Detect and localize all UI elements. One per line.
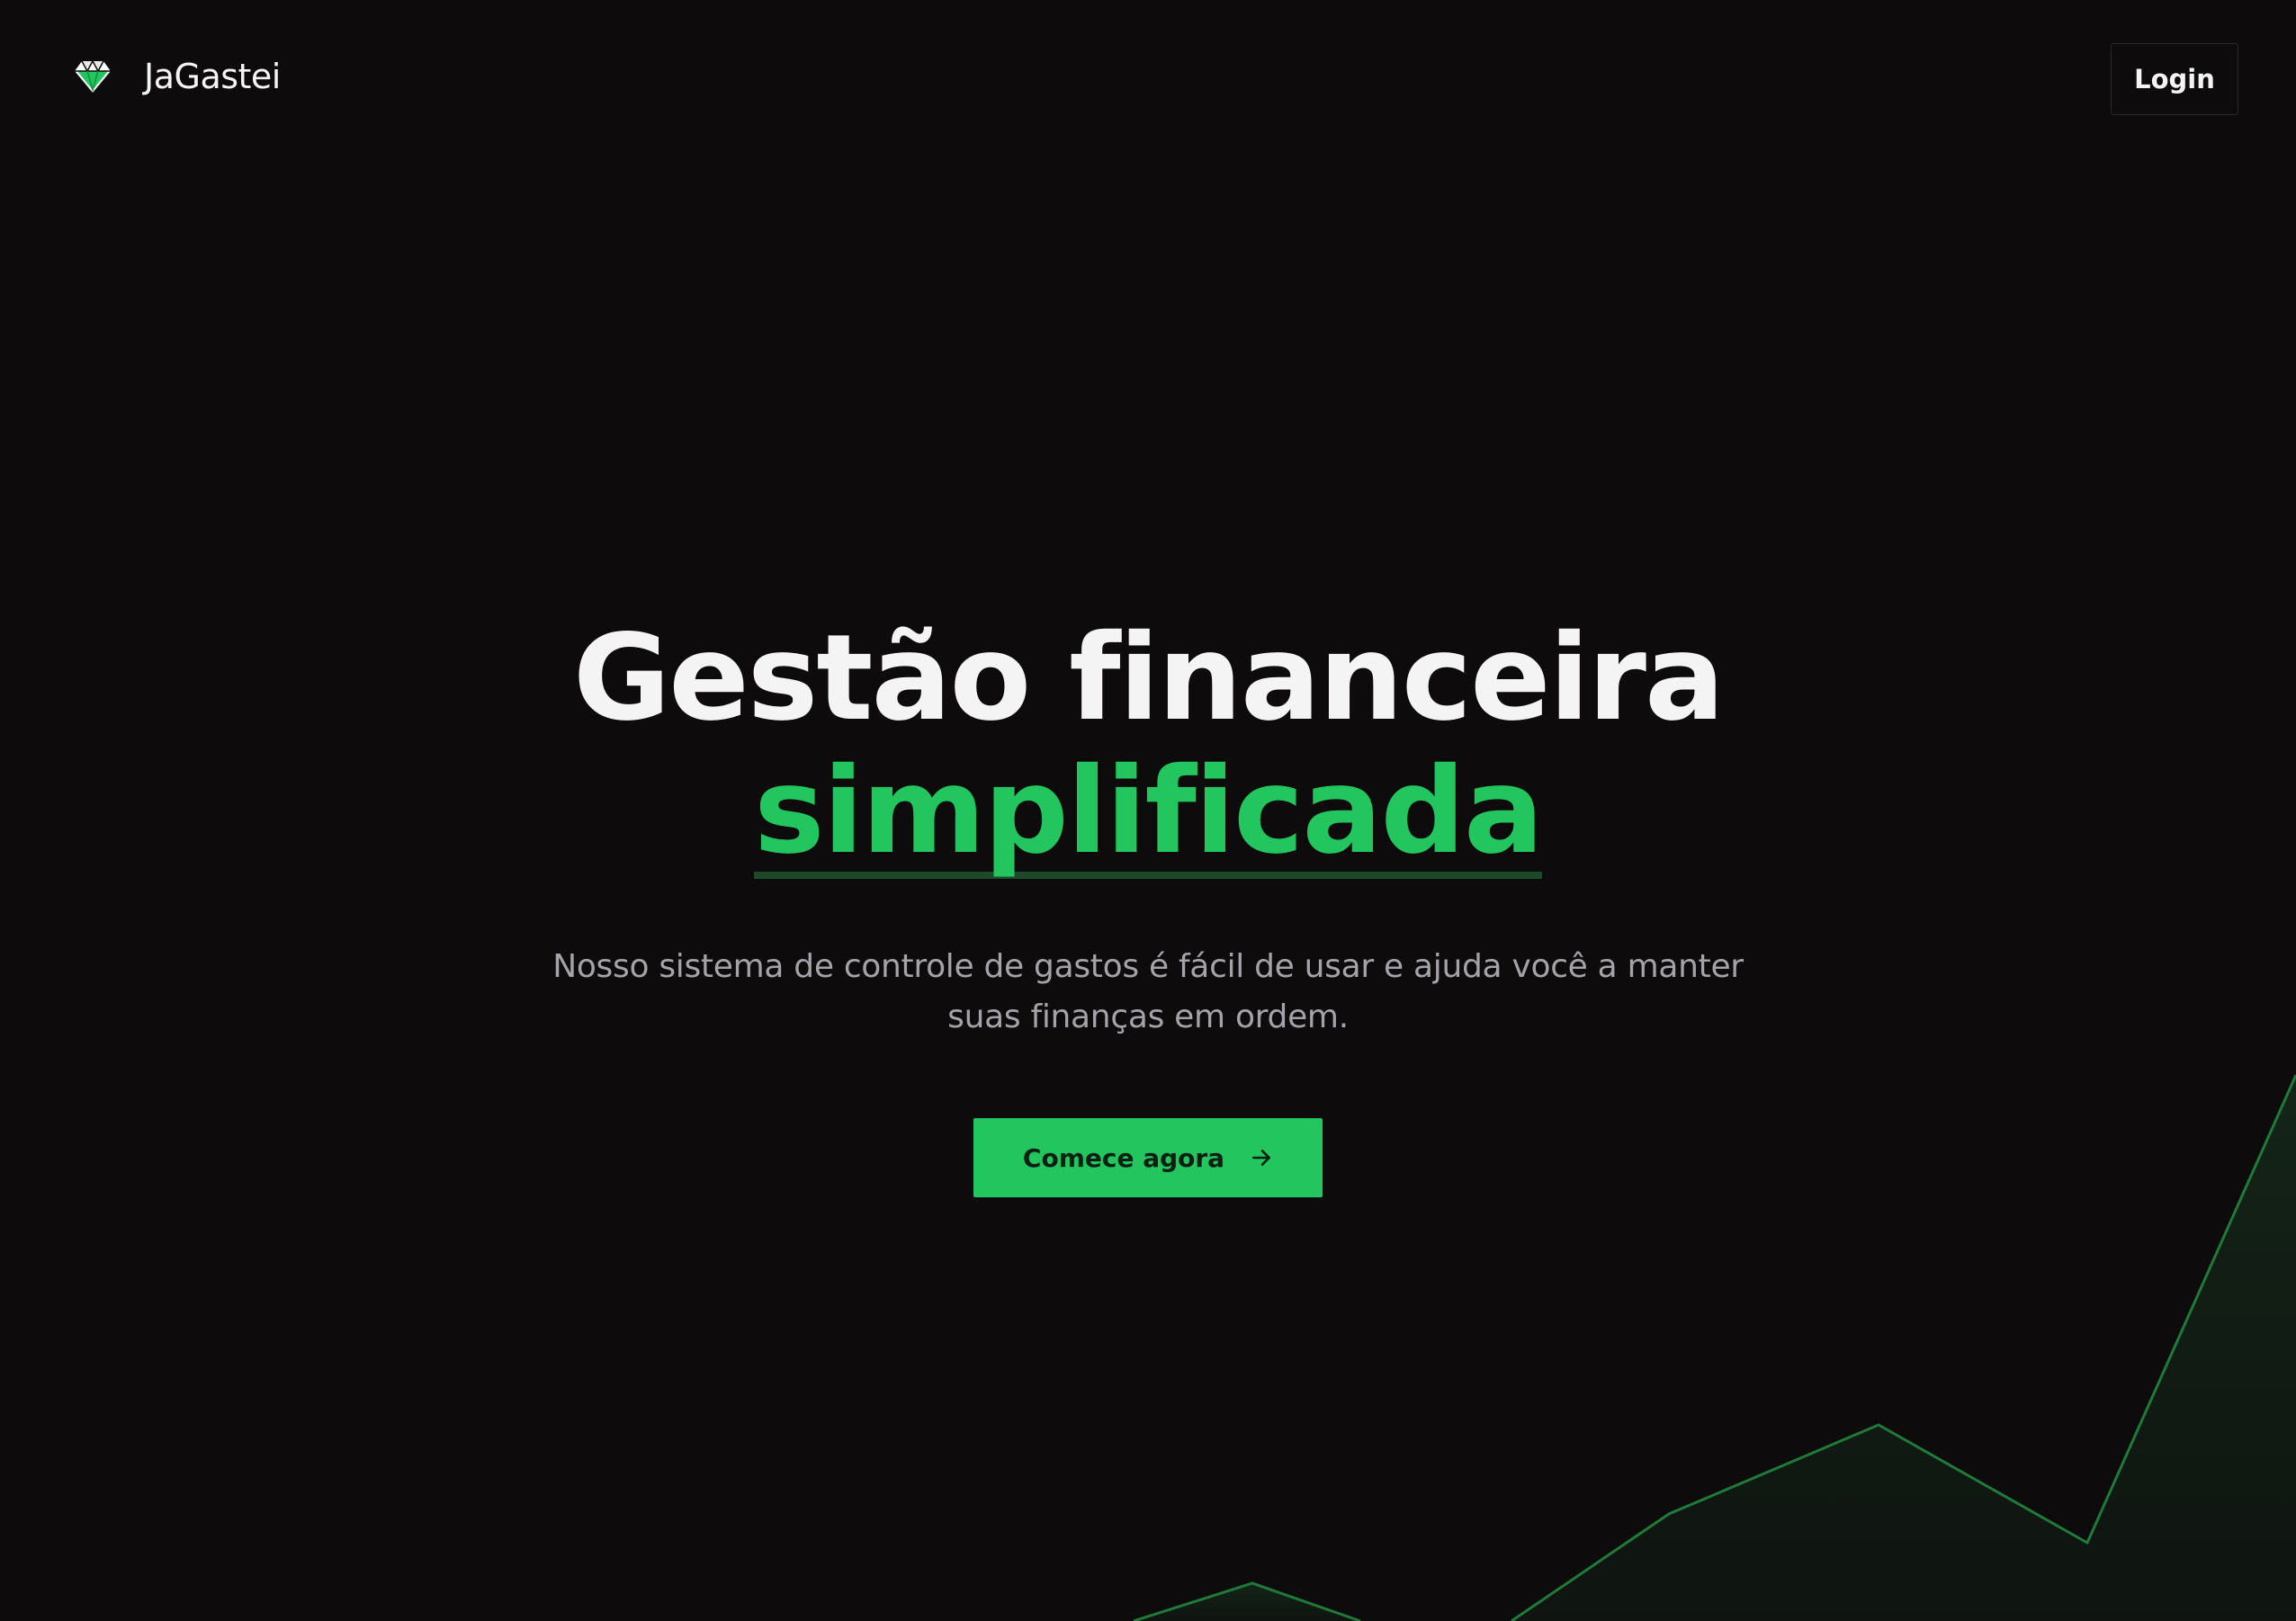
get-started-button[interactable]: Comece agora bbox=[973, 1118, 1323, 1197]
brand-name: JaGastei bbox=[144, 57, 281, 96]
hero-subtitle: Nosso sistema de controle de gastos é fá… bbox=[552, 948, 1744, 1035]
hero-title-line-2-wrapper: simplificada bbox=[0, 745, 2296, 879]
hero-title-line-1: Gestão financeira bbox=[572, 609, 1725, 748]
brand-link[interactable]: JaGastei bbox=[72, 56, 281, 97]
hero-section: Gestão financeira simplificada Nosso sis… bbox=[0, 612, 2296, 1197]
arrow-right-icon bbox=[1252, 1150, 1271, 1166]
top-navbar: JaGastei Login bbox=[0, 0, 2296, 158]
diamond-icon bbox=[75, 59, 111, 93]
login-button[interactable]: Login bbox=[2111, 43, 2238, 115]
hero-title: Gestão financeira simplificada bbox=[0, 612, 2296, 879]
hero-title-highlight: simplificada bbox=[754, 742, 1544, 881]
get-started-label: Comece agora bbox=[1022, 1142, 1225, 1173]
